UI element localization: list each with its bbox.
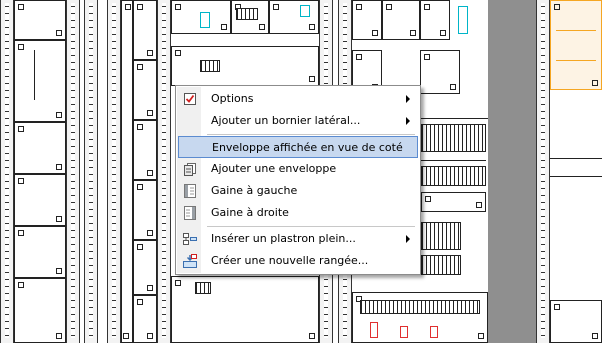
menu-item-label: Créer une nouvelle rangée...	[211, 254, 369, 267]
menu-item-insert-plate[interactable]: Insérer un plastron plein...	[178, 228, 418, 250]
drawing-line	[550, 158, 602, 159]
drawing-module	[133, 60, 157, 120]
drawing-terminal-block	[200, 60, 220, 72]
drawing-terminal-block	[360, 300, 480, 314]
drawing-module	[420, 50, 460, 94]
menu-separator	[207, 134, 415, 135]
drawing-accent	[458, 6, 468, 34]
din-rail	[0, 0, 14, 343]
enclosure-drawing-right[interactable]	[536, 0, 602, 343]
drawing-accent	[430, 326, 438, 338]
submenu-arrow-icon	[406, 95, 410, 103]
drawing-module	[14, 174, 66, 226]
duct-left-icon	[182, 183, 198, 199]
submenu-arrow-icon	[406, 235, 410, 243]
menu-item-duct-right[interactable]: Gaine à droite	[178, 202, 418, 224]
drawing-module	[14, 40, 66, 122]
drawing-module	[550, 0, 602, 90]
drawing-module	[133, 240, 157, 295]
submenu-arrow-icon	[406, 117, 410, 125]
drawing-module	[382, 0, 420, 40]
menu-item-label: Options	[211, 92, 254, 105]
drawing-terminal-block	[236, 8, 258, 20]
checkbox-icon	[182, 91, 198, 107]
menu-item-duct-left[interactable]: Gaine à gauche	[178, 180, 418, 202]
menu-item-label: Gaine à droite	[211, 206, 289, 219]
add-enclosure-icon	[182, 161, 198, 177]
drawing-module	[352, 0, 382, 40]
drawing-module	[14, 0, 66, 40]
menu-separator	[207, 226, 415, 227]
drawing-module	[14, 226, 66, 278]
drawing-accent	[200, 12, 210, 28]
drawing-module	[171, 46, 319, 86]
drawing-module	[133, 0, 157, 60]
drawing-module	[121, 0, 133, 343]
drawing-module	[269, 0, 319, 34]
drawing-module	[133, 180, 157, 240]
drawing-module	[133, 120, 157, 180]
drawing-line	[421, 160, 486, 161]
menu-item-new-row[interactable]: Créer une nouvelle rangée...	[178, 250, 418, 272]
menu-item-label: Insérer un plastron plein...	[211, 232, 356, 245]
drawing-line	[556, 30, 596, 31]
menu-item-add-enclosure[interactable]: Ajouter une enveloppe	[178, 158, 418, 180]
context-menu: Options Ajouter un bornier latéral... En…	[175, 85, 421, 275]
drawing-terminal-block	[195, 282, 211, 294]
drawing-terminal-block	[421, 124, 486, 152]
new-row-icon	[182, 253, 198, 269]
drawing-module	[550, 300, 602, 343]
drawing-accent	[400, 326, 408, 338]
menu-item-label: Ajouter un bornier latéral...	[211, 114, 361, 127]
insert-plate-icon	[182, 231, 198, 247]
drawing-module	[421, 192, 486, 212]
menu-item-add-side-terminal[interactable]: Ajouter un bornier latéral...	[178, 110, 418, 132]
duct-right-icon	[182, 205, 198, 221]
drawing-line	[550, 176, 602, 177]
drawing-module	[14, 122, 66, 174]
drawing-terminal-block	[421, 222, 461, 250]
din-rail	[536, 0, 550, 343]
drawing-module	[420, 0, 450, 40]
menu-item-label: Ajouter une enveloppe	[211, 162, 337, 175]
drawing-accent	[300, 5, 310, 17]
drawing-terminal-block	[421, 255, 461, 275]
menu-item-enclosure-side-view[interactable]: Enveloppe affichée en vue de coté	[178, 136, 418, 158]
drawing-line	[34, 50, 35, 100]
drawing-terminal-block	[421, 166, 486, 186]
din-rail	[84, 0, 98, 343]
menu-item-label: Gaine à gauche	[211, 184, 298, 197]
drawing-module	[171, 276, 319, 343]
menu-item-label: Enveloppe affichée en vue de coté	[212, 141, 403, 154]
drawing-line	[556, 60, 596, 61]
drawing-module	[133, 295, 157, 343]
menu-item-options[interactable]: Options	[178, 88, 418, 110]
din-rail	[157, 0, 171, 343]
canvas-gap	[488, 0, 536, 343]
drawing-module	[14, 278, 66, 343]
din-rail	[107, 0, 121, 343]
drawing-accent	[370, 322, 378, 338]
din-rail	[66, 0, 80, 343]
